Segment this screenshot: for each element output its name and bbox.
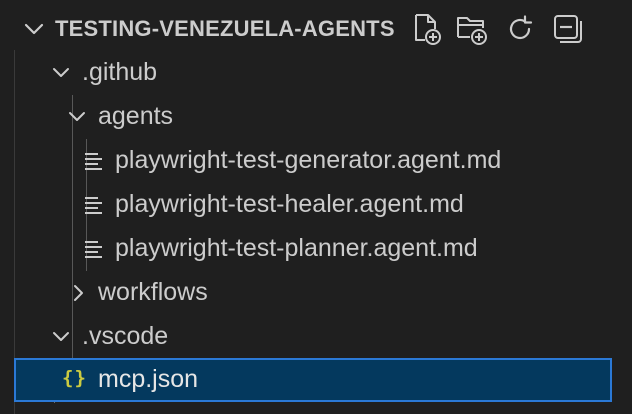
tree-item-label: playwright-test-healer.agent.md xyxy=(115,190,464,218)
section-title: TESTING-VENEZUELA-AGENTS xyxy=(55,16,395,41)
tree-item-healer-file[interactable]: playwright-test-healer.agent.md xyxy=(0,183,632,227)
tree-item-planner-file[interactable]: playwright-test-planner.agent.md xyxy=(0,227,632,271)
refresh-icon xyxy=(509,15,533,40)
collapse-all-button[interactable] xyxy=(551,12,585,46)
chevron-right-icon[interactable] xyxy=(66,281,90,305)
tree-item-label: workflows xyxy=(98,278,208,306)
tree-item-label: .github xyxy=(82,58,158,86)
tree-item-label: agents xyxy=(98,102,174,130)
tree-item-workflows-folder[interactable]: workflows xyxy=(0,271,632,315)
new-file-button[interactable] xyxy=(410,12,444,46)
chevron-down-icon[interactable] xyxy=(49,61,73,85)
markdown-lines-icon xyxy=(85,241,102,258)
explorer-section-header[interactable]: TESTING-VENEZUELA-AGENTS xyxy=(0,6,632,50)
json-braces-icon: {} xyxy=(62,367,87,389)
tree-item-label: .vscode xyxy=(82,322,169,350)
tree-item-label: playwright-test-generator.agent.md xyxy=(115,146,502,174)
tree-item-vscode-folder[interactable]: .vscode xyxy=(0,315,632,359)
tree-item-label: playwright-test-planner.agent.md xyxy=(115,234,478,262)
tree-item-label: mcp.json xyxy=(98,365,199,393)
tree-item-github-folder[interactable]: .github xyxy=(0,51,632,95)
refresh-button[interactable] xyxy=(503,12,537,46)
tree-item-generator-file[interactable]: playwright-test-generator.agent.md xyxy=(0,139,632,183)
collapse-all-icon xyxy=(554,15,582,43)
explorer-view: TESTING-VENEZUELA-AGENTS .github agents … xyxy=(0,0,632,414)
chevron-down-icon[interactable] xyxy=(65,105,89,129)
chevron-down-icon[interactable] xyxy=(22,17,46,41)
new-folder-icon xyxy=(457,17,487,45)
tree-item-agents-folder[interactable]: agents xyxy=(0,95,632,139)
tree-item-mcp-json-file[interactable]: {} mcp.json xyxy=(14,358,612,402)
new-folder-button[interactable] xyxy=(455,12,489,46)
markdown-lines-icon xyxy=(85,197,102,214)
chevron-down-icon[interactable] xyxy=(49,325,73,349)
markdown-lines-icon xyxy=(85,153,102,170)
new-file-icon xyxy=(415,14,441,45)
